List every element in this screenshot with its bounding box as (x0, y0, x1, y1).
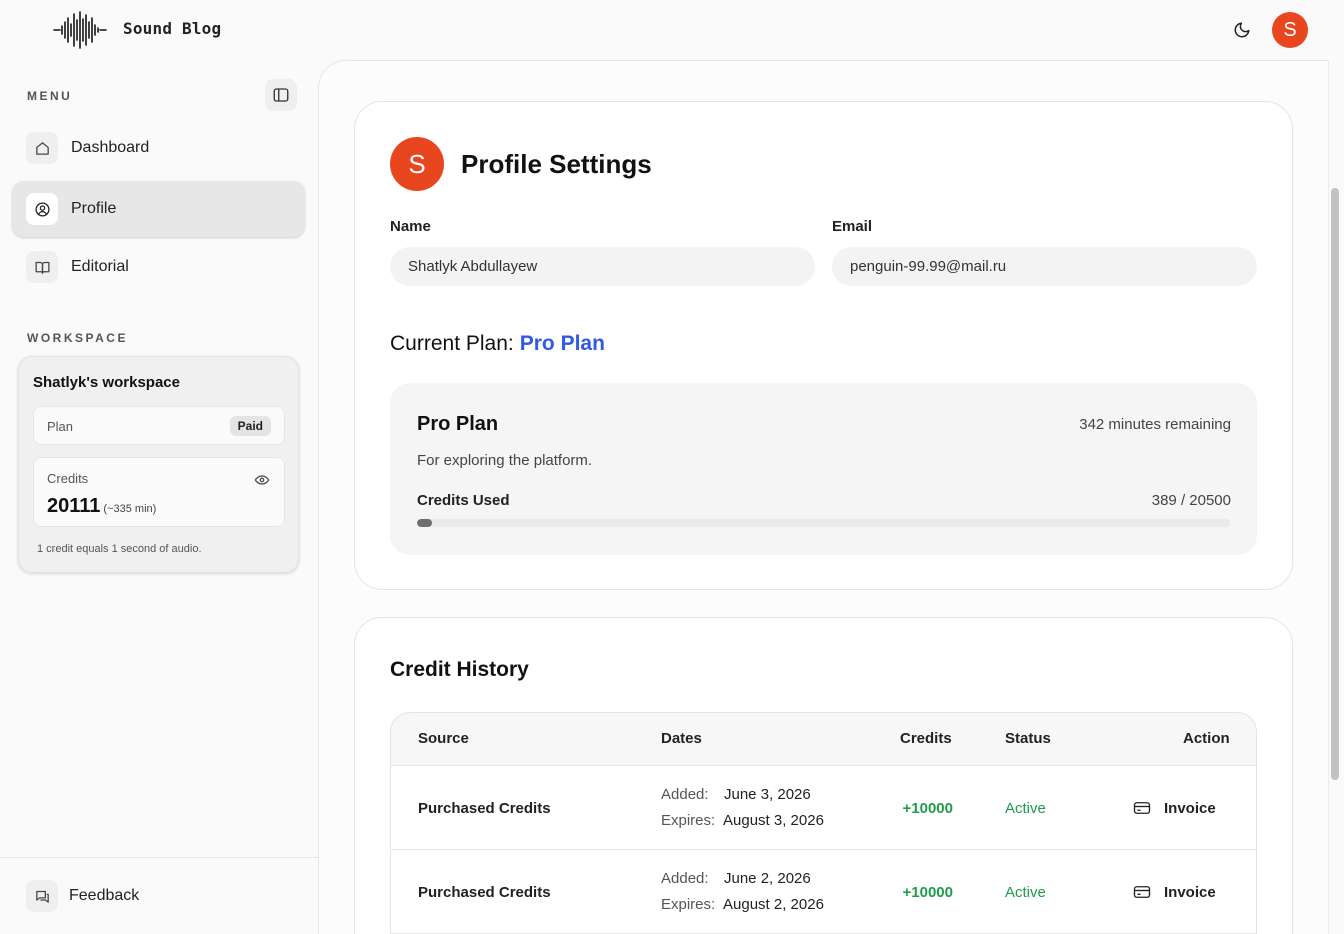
sidebar-collapse-button[interactable] (265, 79, 297, 111)
sidebar-item-profile[interactable]: Profile (12, 181, 305, 237)
email-label: Email (832, 218, 873, 235)
added-date: June 2, 2026 (724, 870, 811, 887)
user-circle-icon (26, 193, 58, 225)
row-source: Purchased Credits (418, 884, 551, 901)
plan-summary: Pro Plan 342 minutes remaining For explo… (390, 383, 1257, 555)
email-field[interactable] (832, 247, 1257, 286)
credits-minutes: (~335 min) (103, 503, 157, 515)
sidebar-item-label: Dashboard (71, 139, 150, 156)
column-header-credits: Credits (900, 730, 952, 747)
credits-note: 1 credit equals 1 second of audio. (37, 543, 202, 555)
credits-used-label: Credits Used (417, 492, 510, 509)
sound-wave-logo-icon[interactable] (52, 10, 108, 50)
main-scrollbar-thumb[interactable] (1331, 188, 1339, 780)
name-label: Name (390, 218, 431, 235)
profile-avatar: S (390, 137, 444, 191)
credits-progress-fill (417, 519, 433, 527)
home-icon (26, 132, 58, 164)
credits-value-line: 20111 (~335 min) (47, 495, 156, 518)
row-source: Purchased Credits (418, 800, 551, 817)
workspace-card: Shatlyk's workspace Plan Paid Credits 20… (18, 356, 299, 573)
credits-used-value: 389 / 20500 (1151, 492, 1231, 509)
invoice-label: Invoice (1164, 883, 1216, 901)
current-plan-link[interactable]: Pro Plan (520, 332, 605, 355)
plan-label: Plan (47, 419, 74, 434)
invoice-button[interactable]: Invoice (1133, 796, 1216, 820)
workspace-name: Shatlyk's workspace (33, 374, 180, 391)
page-title: Profile Settings (461, 149, 652, 179)
sidebar-item-label: Editorial (71, 258, 129, 275)
current-plan-label: Current Plan: (390, 332, 514, 355)
minutes-remaining: 342 minutes remaining (1079, 416, 1231, 433)
top-bar: Sound Blog S (0, 0, 1344, 60)
table-row: Purchased Credits Added: June 2, 2026 Ex… (391, 850, 1256, 934)
sidebar: MENU Dashboard Profile Editorial WORKSPA… (0, 60, 318, 934)
credits-label: Credits (47, 471, 89, 486)
workspace-credits-box: Credits 20111 (~335 min) (33, 457, 285, 527)
credit-card-icon (1133, 886, 1151, 898)
chat-bubble-icon (26, 880, 58, 912)
column-header-action: Action (1183, 730, 1230, 747)
row-status: Active (1005, 800, 1046, 817)
row-status: Active (1005, 884, 1046, 901)
current-plan-heading: Current Plan: Pro Plan (390, 332, 605, 356)
user-avatar[interactable]: S (1272, 12, 1308, 48)
expires-label: Expires: (661, 896, 716, 913)
credit-history-title: Credit History (390, 658, 529, 681)
sidebar-panel-icon (273, 88, 289, 102)
credit-card-icon (1133, 802, 1151, 814)
sidebar-item-label: Profile (71, 200, 117, 217)
column-header-status: Status (1005, 730, 1051, 747)
profile-settings-card: S Profile Settings Name Email Current Pl… (354, 101, 1293, 590)
expires-date: August 2, 2026 (723, 896, 824, 913)
credits-progress-bar (417, 519, 1230, 527)
column-header-source: Source (418, 730, 469, 747)
credit-history-card: Credit History Source Dates Credits Stat… (354, 617, 1293, 934)
credits-value: 20111 (47, 495, 101, 517)
table-header: Source Dates Credits Status Action (391, 713, 1256, 766)
sidebar-item-editorial[interactable]: Editorial (12, 239, 305, 295)
feedback-button[interactable]: Feedback (26, 880, 139, 912)
invoice-label: Invoice (1164, 799, 1216, 817)
feedback-label: Feedback (69, 887, 140, 904)
name-field[interactable] (390, 247, 815, 286)
credit-history-table: Source Dates Credits Status Action Purch… (390, 712, 1257, 934)
added-date: June 3, 2026 (724, 786, 811, 803)
expires-date: August 3, 2026 (723, 812, 824, 829)
invoice-button[interactable]: Invoice (1133, 880, 1216, 904)
workspace-plan-row: Plan Paid (33, 406, 285, 445)
plan-badge: Paid (229, 416, 271, 436)
added-label: Added: (661, 870, 709, 887)
added-label: Added: (661, 786, 709, 803)
column-header-dates: Dates (661, 730, 702, 747)
menu-section-label: MENU (27, 89, 73, 103)
book-icon (26, 251, 58, 283)
row-credits: +10000 (902, 884, 953, 901)
main-content: S Profile Settings Name Email Current Pl… (318, 60, 1328, 934)
plan-description: For exploring the platform. (417, 452, 593, 469)
eye-icon[interactable] (254, 472, 270, 488)
brand-name[interactable]: Sound Blog (123, 19, 221, 38)
sidebar-item-dashboard[interactable]: Dashboard (12, 120, 305, 176)
sidebar-divider (0, 857, 318, 858)
expires-label: Expires: (661, 812, 716, 829)
theme-toggle-button[interactable] (1228, 16, 1256, 44)
table-row: Purchased Credits Added: June 3, 2026 Ex… (391, 766, 1256, 850)
workspace-section-label: WORKSPACE (27, 331, 128, 345)
moon-icon (1234, 22, 1250, 38)
row-credits: +10000 (902, 800, 953, 817)
plan-name: Pro Plan (417, 413, 499, 435)
